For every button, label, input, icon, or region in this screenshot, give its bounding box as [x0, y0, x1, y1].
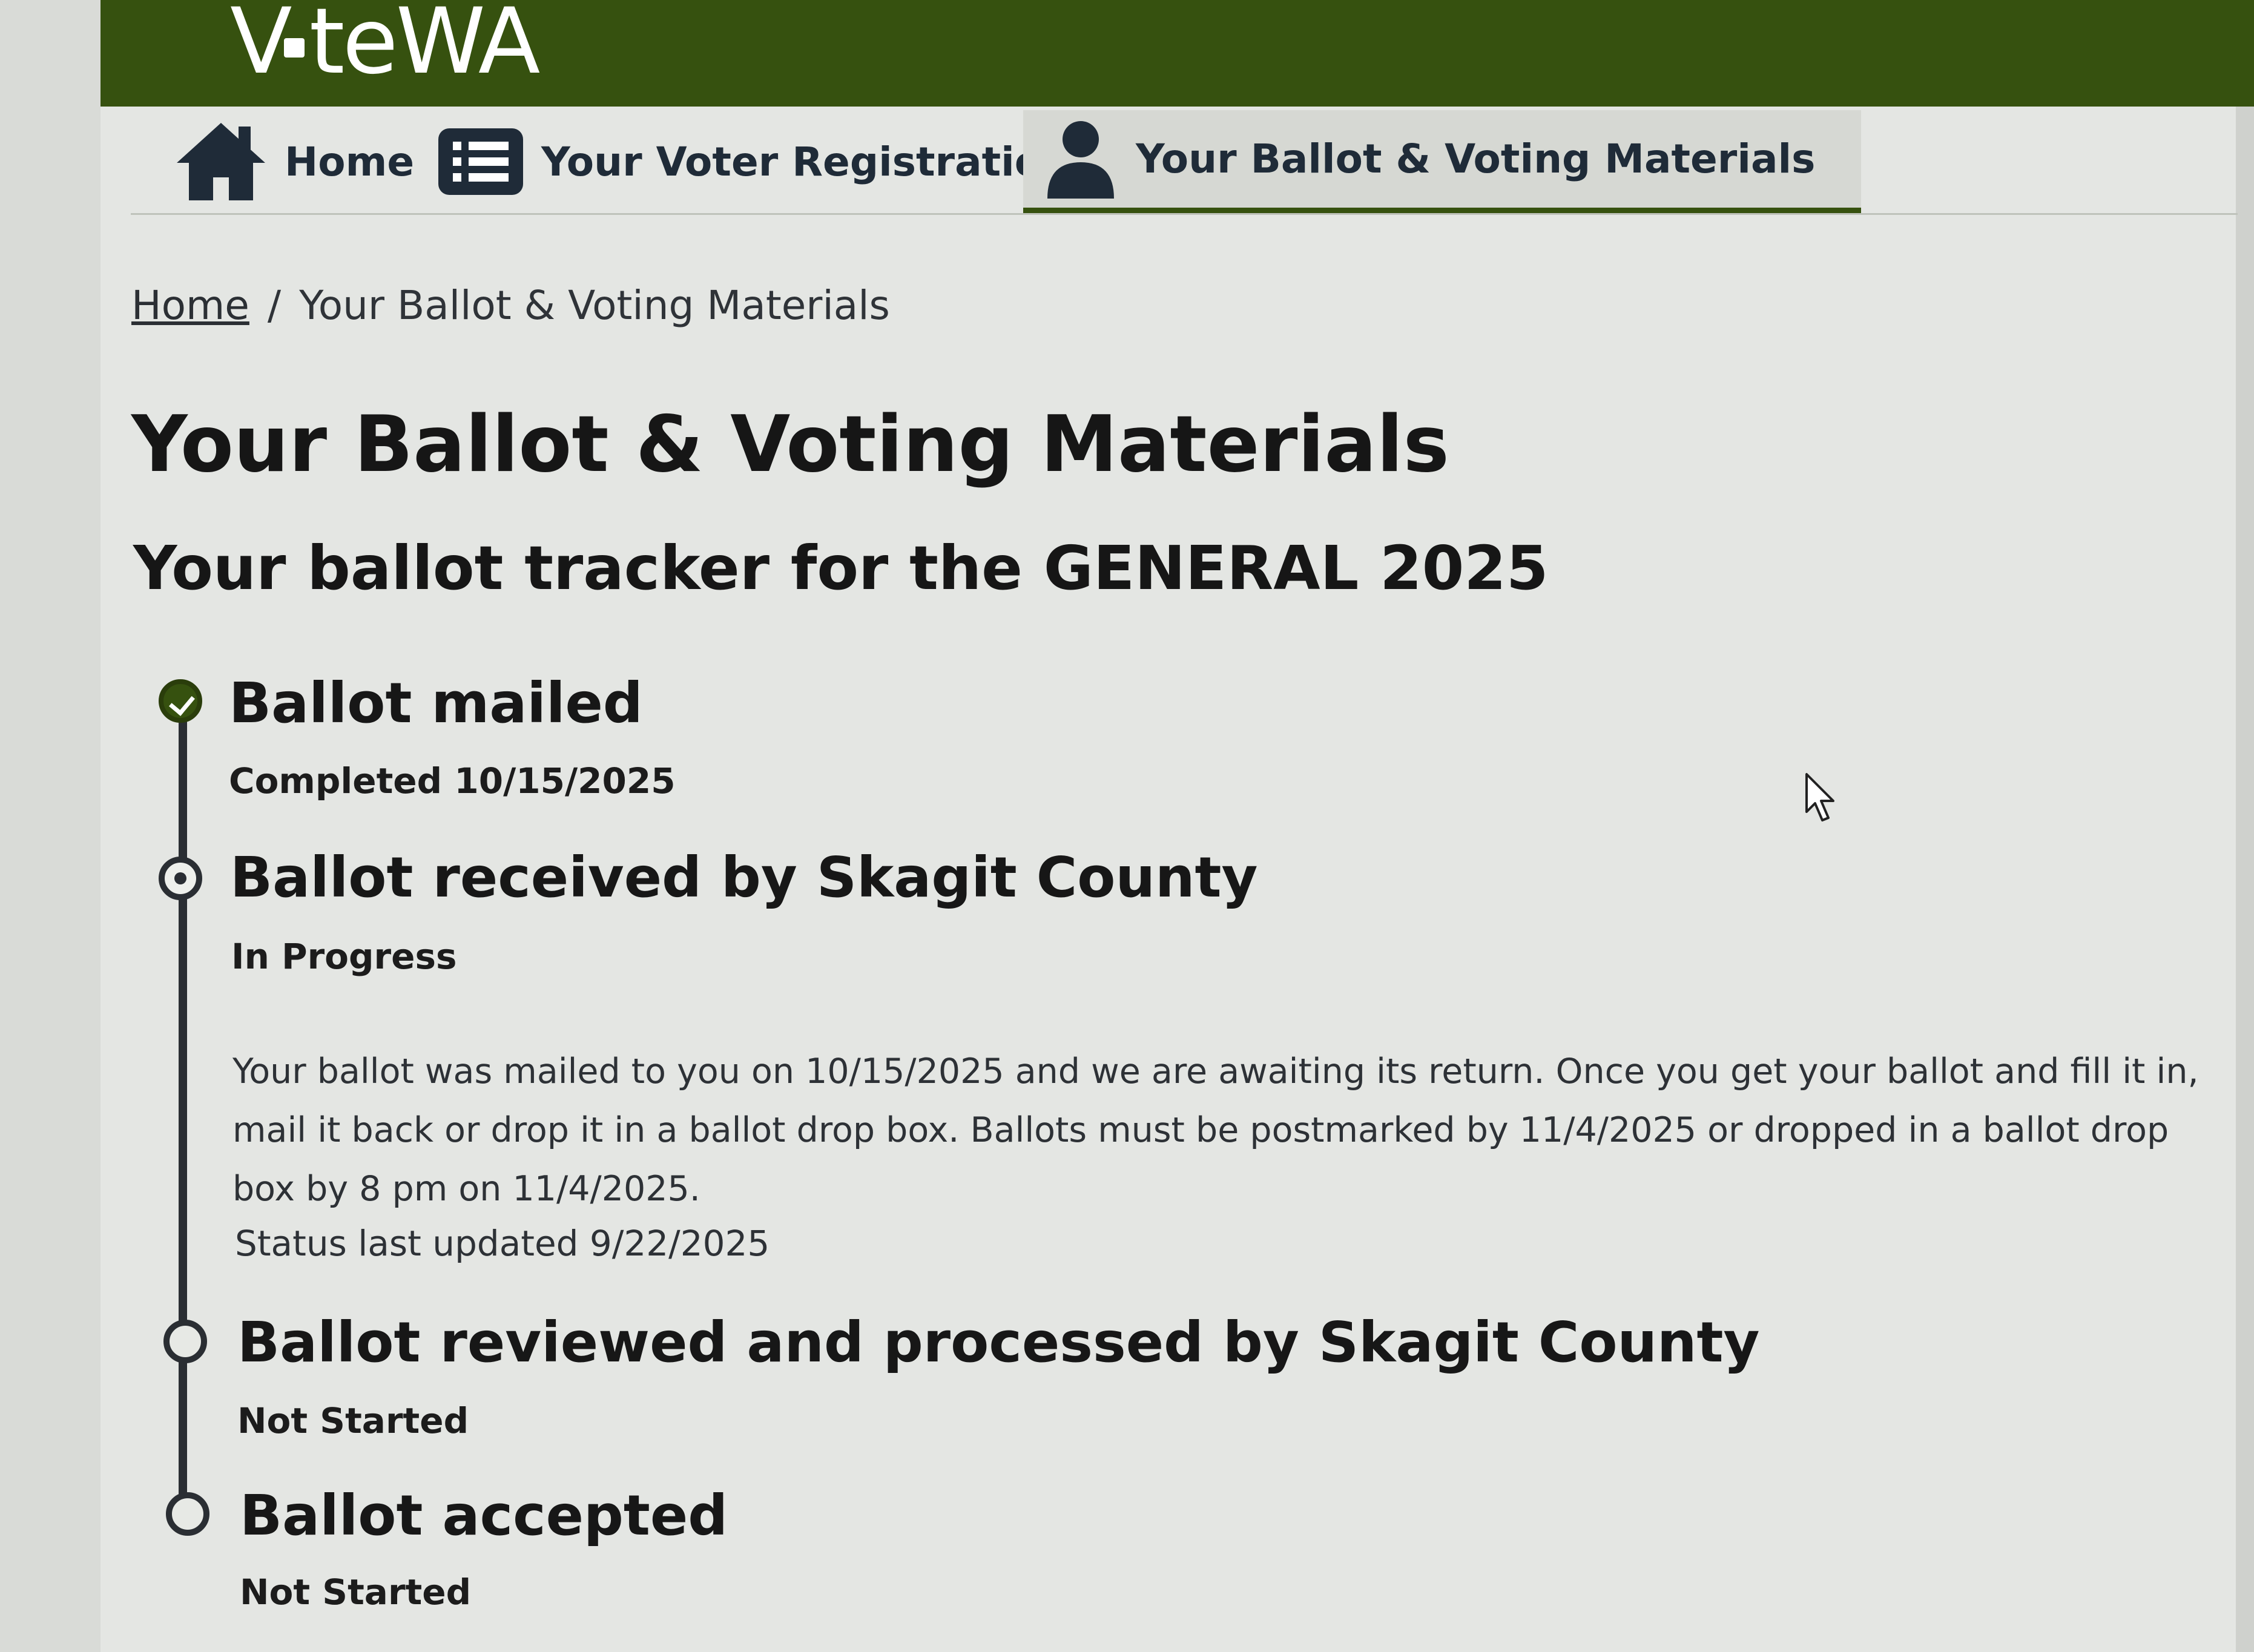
step-description: Your ballot was mailed to you on 10/15/2…	[232, 1051, 2199, 1209]
check-circle-icon	[159, 679, 202, 723]
in-progress-circle-icon	[159, 857, 202, 900]
step-status-ballot-mailed: Completed 10/15/2025	[229, 760, 676, 801]
step-status-ballot-reviewed: Not Started	[237, 1400, 469, 1441]
step-status-ballot-received: In Progress	[231, 936, 457, 977]
main-nav: Home Your Voter Registration Your Ballot…	[131, 110, 2238, 215]
empty-circle-icon	[166, 1492, 209, 1536]
screen-bezel	[2236, 0, 2254, 1652]
timeline-line	[179, 702, 187, 1513]
votewa-logo[interactable]: VteWA	[230, 0, 540, 87]
breadcrumb-home-link[interactable]: Home	[131, 282, 249, 329]
ballot-logo-icon	[283, 38, 305, 58]
home-icon	[177, 123, 265, 200]
tracker-heading: Your ballot tracker for the GENERAL 2025	[133, 533, 1549, 604]
step-title-ballot-received: Ballot received by Skagit County	[230, 845, 1258, 910]
nav-voter-registration[interactable]: Your Voter Registration	[438, 110, 1070, 213]
nav-ballot-materials[interactable]: Your Ballot & Voting Materials	[1023, 110, 1861, 213]
empty-circle-icon	[163, 1320, 207, 1363]
list-icon	[438, 128, 523, 195]
breadcrumb: Home / Your Ballot & Voting Materials	[131, 282, 890, 329]
step-status-ballot-accepted: Not Started	[240, 1571, 472, 1613]
step-title-ballot-reviewed: Ballot reviewed and processed by Skagit …	[237, 1310, 1760, 1375]
page-title: Your Ballot & Voting Materials	[131, 400, 1449, 490]
site-header: VteWA	[101, 0, 2254, 107]
step-title-ballot-mailed: Ballot mailed	[229, 671, 643, 736]
breadcrumb-separator: /	[267, 282, 282, 329]
breadcrumb-current: Your Ballot & Voting Materials	[299, 282, 890, 329]
mouse-cursor-icon	[1805, 773, 1834, 821]
person-icon	[1047, 120, 1114, 199]
screen-edge	[0, 0, 101, 1652]
step-title-ballot-accepted: Ballot accepted	[240, 1483, 728, 1548]
nav-home[interactable]: Home	[176, 110, 414, 213]
status-last-updated: Status last updated 9/22/2025	[235, 1223, 770, 1264]
